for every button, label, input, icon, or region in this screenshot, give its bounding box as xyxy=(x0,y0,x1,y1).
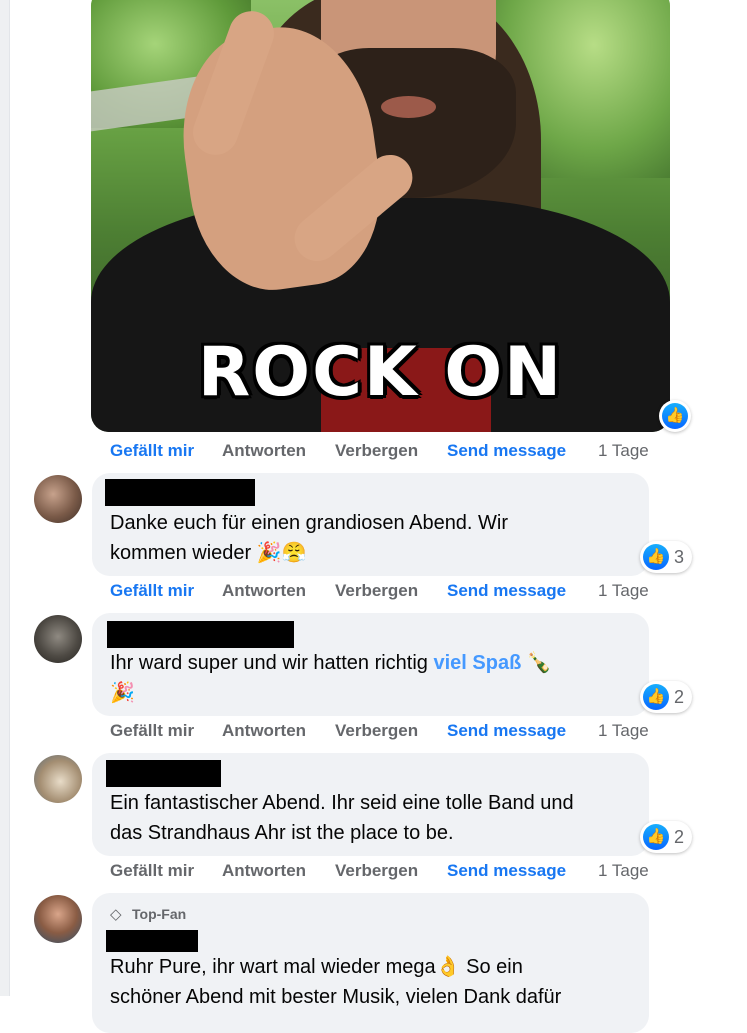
send-message-link[interactable]: Send message xyxy=(447,441,566,461)
reaction-count[interactable]: 👍 2 xyxy=(640,821,692,853)
thumbs-up-icon: 👍 xyxy=(662,403,688,429)
comment-bubble: Ein fantastischer Abend. Ihr seid eine t… xyxy=(92,753,649,856)
comment-text: Ruhr Pure, ihr wart mal wieder mega👌 So … xyxy=(110,956,562,1008)
gif-like-reaction[interactable]: 👍 xyxy=(659,400,691,432)
hide-link[interactable]: Verbergen xyxy=(335,581,418,601)
reply-link[interactable]: Antworten xyxy=(222,721,306,741)
left-divider xyxy=(0,0,10,996)
send-message-link[interactable]: Send message xyxy=(447,721,566,741)
redacted-name xyxy=(106,930,198,952)
timestamp[interactable]: 1 Tage xyxy=(598,861,649,881)
hide-link[interactable]: Verbergen xyxy=(335,861,418,881)
comment-bubble: ◇ Top-Fan Ruhr Pure, ihr wart mal wieder … xyxy=(92,893,649,1033)
avatar[interactable] xyxy=(34,755,82,803)
like-link[interactable]: Gefällt mir xyxy=(110,581,194,601)
like-link[interactable]: Gefällt mir xyxy=(110,441,194,461)
highlighted-text[interactable]: viel Spaß xyxy=(434,652,522,674)
timestamp[interactable]: 1 Tage xyxy=(598,441,649,461)
gif-attachment[interactable]: ROCK ON xyxy=(91,0,670,432)
hide-link[interactable]: Verbergen xyxy=(335,441,418,461)
comment-text: Ihr ward super und wir hatten richtig vi… xyxy=(110,652,552,704)
reaction-count[interactable]: 👍 3 xyxy=(640,541,692,573)
timestamp[interactable]: 1 Tage xyxy=(598,581,649,601)
reply-link[interactable]: Antworten xyxy=(222,581,306,601)
avatar[interactable] xyxy=(34,475,82,523)
send-message-link[interactable]: Send message xyxy=(447,861,566,881)
timestamp[interactable]: 1 Tage xyxy=(598,721,649,741)
send-message-link[interactable]: Send message xyxy=(447,581,566,601)
redacted-name xyxy=(107,621,294,648)
like-link[interactable]: Gefällt mir xyxy=(110,861,194,881)
avatar[interactable] xyxy=(34,895,82,943)
reply-link[interactable]: Antworten xyxy=(222,861,306,881)
redacted-name xyxy=(105,479,255,506)
diamond-icon: ◇ xyxy=(110,906,122,923)
thumbs-up-icon: 👍 xyxy=(643,544,669,570)
thumbs-up-icon: 👍 xyxy=(643,684,669,710)
comment-bubble: Danke euch für einen grandiosen Abend. W… xyxy=(92,473,649,576)
redacted-name xyxy=(106,760,221,787)
top-fan-badge: ◇ Top-Fan xyxy=(110,906,187,923)
avatar[interactable] xyxy=(34,615,82,663)
reply-link[interactable]: Antworten xyxy=(222,441,306,461)
thumbs-up-icon: 👍 xyxy=(643,824,669,850)
hide-link[interactable]: Verbergen xyxy=(335,721,418,741)
comment-text: Danke euch für einen grandiosen Abend. W… xyxy=(110,512,509,564)
gif-caption: ROCK ON xyxy=(197,333,564,412)
person-mouth xyxy=(381,96,436,118)
comment-text: Ein fantastischer Abend. Ihr seid eine t… xyxy=(110,792,574,844)
like-link[interactable]: Gefällt mir xyxy=(110,721,194,741)
reaction-count[interactable]: 👍 2 xyxy=(640,681,692,713)
comment-bubble: Ihr ward super und wir hatten richtig vi… xyxy=(92,613,649,716)
